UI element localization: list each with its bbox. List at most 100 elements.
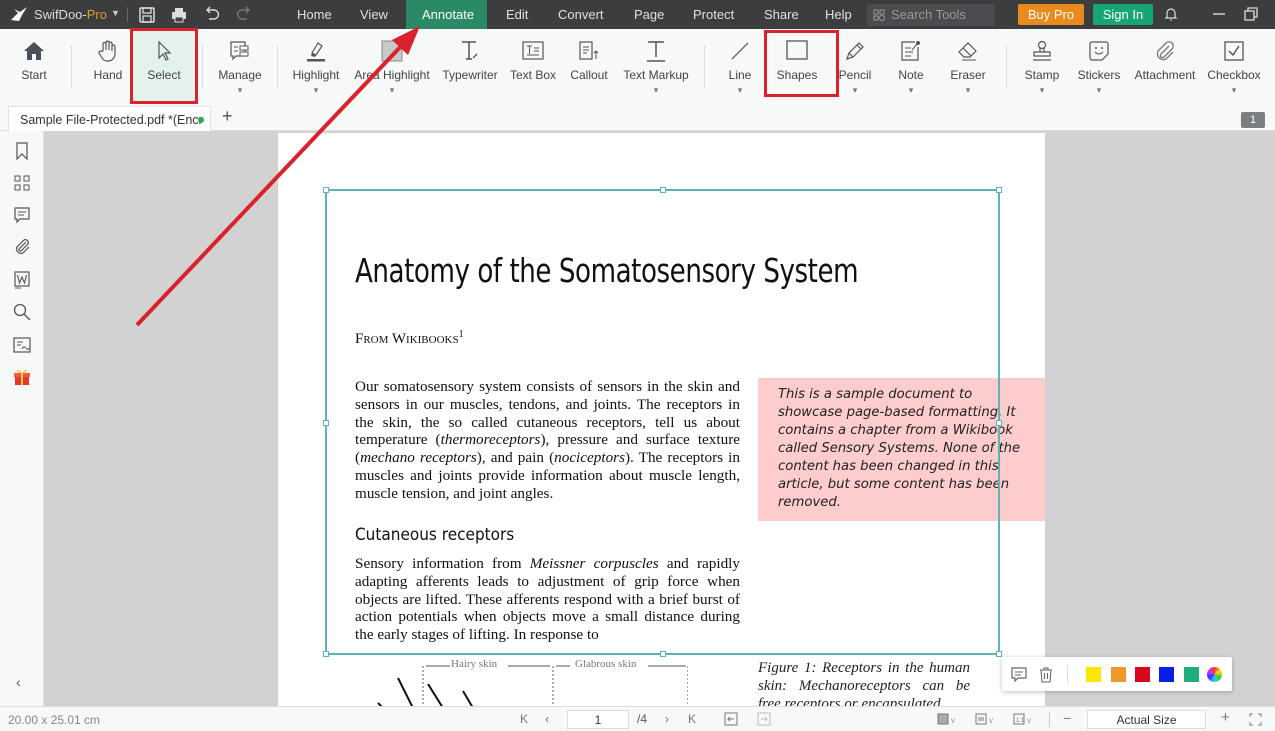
left-sidebar: ‹	[0, 131, 44, 706]
signature-icon[interactable]	[12, 335, 32, 355]
fullscreen-icon[interactable]	[1249, 713, 1262, 726]
color-swatch-blue[interactable]	[1159, 667, 1174, 682]
color-swatch-green[interactable]	[1184, 667, 1199, 682]
resize-handle[interactable]	[660, 651, 666, 657]
line-icon	[731, 42, 749, 60]
resize-handle[interactable]	[996, 187, 1002, 193]
resize-handle[interactable]	[996, 420, 1002, 426]
comment-icon[interactable]	[1010, 666, 1028, 683]
tool-select[interactable]: Select	[133, 29, 195, 101]
color-picker-wheel-icon[interactable]	[1207, 667, 1222, 682]
redo-icon[interactable]	[235, 6, 253, 24]
menu-edit[interactable]: Edit	[490, 0, 544, 29]
dropdown-caret-icon[interactable]: ▾	[212, 85, 268, 96]
shape-selection-box[interactable]	[323, 187, 1002, 657]
status-bar: 20.00 x 25.01 cm K ‹ 1 /4 › K v v 1:1 v −…	[0, 706, 1275, 731]
thumbnails-icon[interactable]	[12, 173, 32, 193]
resize-handle[interactable]	[996, 651, 1002, 657]
tool-callout[interactable]: Callout	[566, 29, 612, 101]
menu-annotate[interactable]: Annotate	[406, 0, 487, 29]
buy-pro-button[interactable]: Buy Pro	[1018, 4, 1084, 25]
dropdown-caret-icon[interactable]: ▾	[352, 85, 432, 96]
add-tab-button[interactable]: +	[222, 106, 233, 127]
app-menu-chevron-icon[interactable]: ▼	[111, 8, 120, 18]
tool-hand[interactable]: Hand	[85, 29, 131, 101]
app-name: SwifDoo-Pro	[34, 7, 107, 22]
tool-attachment[interactable]: Attachment	[1131, 29, 1199, 101]
page-number-input[interactable]: 1	[567, 710, 629, 729]
zoom-in-button[interactable]: +	[1221, 709, 1230, 726]
tool-typewriter[interactable]: Typewriter	[440, 29, 500, 101]
forward-view-icon[interactable]	[757, 712, 771, 726]
bookmark-icon[interactable]	[12, 141, 32, 161]
save-icon[interactable]	[138, 6, 156, 24]
back-view-icon[interactable]	[724, 712, 738, 726]
tool-area-highlight[interactable]: Area Highlight ▾	[352, 29, 432, 101]
print-icon[interactable]	[170, 6, 188, 24]
dropdown-caret-icon[interactable]: ▾	[1020, 85, 1064, 96]
color-swatch-red[interactable]	[1135, 667, 1150, 682]
tool-eraser[interactable]: Eraser ▾	[946, 29, 990, 101]
menu-page[interactable]: Page	[618, 0, 680, 29]
menu-protect[interactable]: Protect	[677, 0, 750, 29]
dropdown-caret-icon[interactable]: ▾	[1074, 85, 1124, 96]
previous-page-icon[interactable]: ‹	[545, 712, 549, 726]
trash-icon[interactable]	[1038, 666, 1054, 683]
tool-checkbox[interactable]: Checkbox ▾	[1205, 29, 1263, 101]
color-swatch-yellow[interactable]	[1086, 667, 1101, 682]
menu-convert[interactable]: Convert	[542, 0, 620, 29]
tool-stickers[interactable]: Stickers ▾	[1074, 29, 1124, 101]
attachments-icon[interactable]	[12, 237, 32, 257]
menu-help[interactable]: Help	[809, 0, 868, 29]
tool-pencil[interactable]: Pencil ▾	[834, 29, 876, 101]
restore-icon[interactable]	[1243, 6, 1259, 22]
dropdown-caret-icon[interactable]: ▾	[288, 85, 344, 96]
word-icon[interactable]	[12, 270, 32, 290]
tool-highlight[interactable]: Highlight ▾	[288, 29, 344, 101]
tool-line[interactable]: Line ▾	[718, 29, 762, 101]
dropdown-caret-icon[interactable]: ▾	[891, 85, 931, 96]
first-page-icon[interactable]: K	[520, 712, 528, 726]
tool-manage[interactable]: Manage ▾	[212, 29, 268, 101]
sign-in-button[interactable]: Sign In	[1093, 4, 1153, 25]
search-tools-input[interactable]: Search Tools	[867, 4, 995, 26]
collapse-sidebar-chevron-icon[interactable]: ‹	[16, 674, 21, 690]
dropdown-caret-icon[interactable]: ▾	[620, 85, 692, 96]
tool-text-markup[interactable]: Text Markup ▾	[620, 29, 692, 101]
dropdown-caret-icon[interactable]: ▾	[1205, 85, 1263, 96]
undo-icon[interactable]	[203, 6, 221, 24]
menu-view[interactable]: View	[344, 0, 404, 29]
tool-start[interactable]: Start	[10, 29, 58, 101]
zoom-out-button[interactable]: −	[1063, 710, 1071, 726]
tool-stamp[interactable]: Stamp ▾	[1020, 29, 1064, 101]
tool-label: Callout	[570, 68, 608, 82]
dropdown-caret-icon[interactable]: ▾	[834, 85, 876, 96]
color-swatch-orange[interactable]	[1111, 667, 1126, 682]
document-tab[interactable]: Sample File-Protected.pdf *(Encr	[8, 106, 211, 132]
resize-handle[interactable]	[323, 420, 329, 426]
highlighter-icon	[307, 42, 325, 62]
dropdown-caret-icon[interactable]: ▾	[946, 85, 990, 96]
bell-icon[interactable]	[1163, 6, 1179, 22]
page-layout-icon[interactable]: v	[975, 713, 997, 725]
menu-home[interactable]: Home	[281, 0, 348, 29]
tool-text-box[interactable]: Text Box	[507, 29, 559, 101]
tool-shapes[interactable]: Shapes	[768, 29, 826, 101]
resize-handle[interactable]	[660, 187, 666, 193]
tool-note[interactable]: Note ▾	[891, 29, 931, 101]
zoom-level-select[interactable]: Actual Size	[1087, 710, 1206, 729]
next-page-icon[interactable]: ›	[665, 712, 669, 726]
background-pattern-icon[interactable]: v	[937, 713, 959, 725]
actual-size-mode-icon[interactable]: 1:1 v	[1013, 713, 1035, 725]
svg-text:v: v	[951, 716, 955, 725]
last-page-icon[interactable]: K	[688, 712, 696, 726]
resize-handle[interactable]	[323, 651, 329, 657]
area-highlight-icon	[381, 40, 403, 62]
menu-share[interactable]: Share	[748, 0, 815, 29]
dropdown-caret-icon[interactable]: ▾	[718, 85, 762, 96]
gift-icon[interactable]	[12, 367, 32, 387]
search-icon[interactable]	[12, 302, 32, 322]
comments-icon[interactable]	[12, 205, 32, 225]
resize-handle[interactable]	[323, 187, 329, 193]
minimize-icon[interactable]	[1211, 6, 1227, 22]
